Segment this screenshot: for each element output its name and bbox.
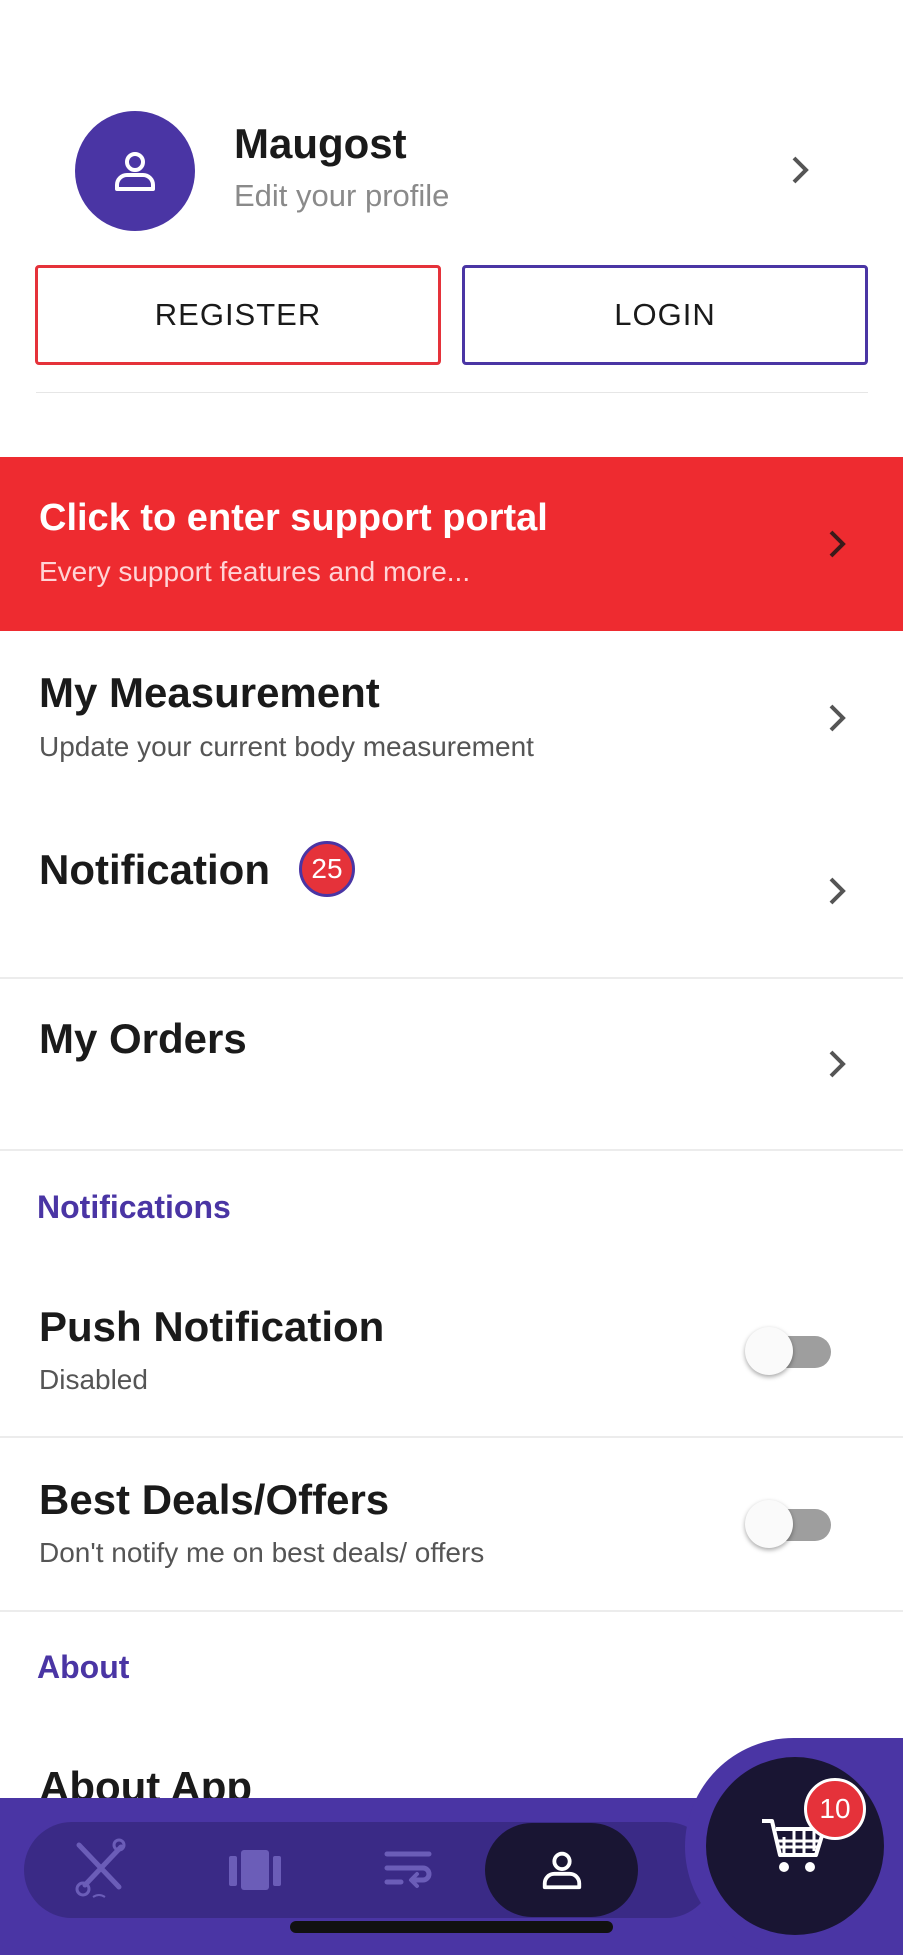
menu-item-label: My Measurement [39,669,380,716]
best-deals-label: Best Deals/Offers [39,1476,390,1523]
menu-item-label: Notification [39,846,270,893]
menu-item-label: My Orders [39,1015,247,1062]
support-portal-banner[interactable] [0,457,903,631]
chevron-right-icon [820,527,854,561]
section-heading-about: About [37,1649,130,1685]
support-portal-subtitle: Every support features and more... [39,556,471,587]
edit-profile-link[interactable]: Edit your profile [234,178,449,214]
tailor-tools-icon [75,1838,126,1898]
fabric-icon [229,1850,281,1890]
cart-count-badge: 10 [804,1778,866,1840]
push-notification-toggle[interactable] [745,1326,835,1376]
push-notification-status: Disabled [39,1364,148,1395]
best-deals-toggle[interactable] [745,1499,835,1549]
divider [0,1149,903,1151]
menu-item-orders[interactable] [0,979,903,1149]
best-deals-status: Don't notify me on best deals/ offers [39,1537,485,1568]
user-icon [542,1851,582,1890]
register-button[interactable]: REGISTER [35,265,441,365]
chevron-right-icon[interactable] [783,153,817,187]
cart-button[interactable] [706,1757,884,1935]
divider [0,1610,903,1612]
nav-item-profile-icon-wrap[interactable] [487,1822,637,1918]
section-heading-notifications: Notifications [37,1189,231,1225]
nav-item-tailoring[interactable] [26,1822,176,1918]
support-portal-title: Click to enter support portal [39,497,548,539]
chevron-right-icon [820,874,854,908]
login-button[interactable]: LOGIN [462,265,868,365]
nav-item-orders[interactable] [333,1822,483,1918]
home-indicator [290,1921,613,1933]
notification-count-badge: 25 [299,841,355,897]
menu-item-subtitle: Update your current body measurement [39,731,534,762]
orders-list-icon [384,1851,432,1888]
nav-item-fabrics[interactable] [180,1822,330,1918]
divider [0,1436,903,1438]
user-icon [115,152,155,191]
chevron-right-icon [820,1047,854,1081]
chevron-right-icon [820,701,854,735]
avatar[interactable] [75,111,195,231]
profile-name[interactable]: Maugost [234,120,407,168]
push-notification-label: Push Notification [39,1303,385,1350]
divider [36,392,868,393]
